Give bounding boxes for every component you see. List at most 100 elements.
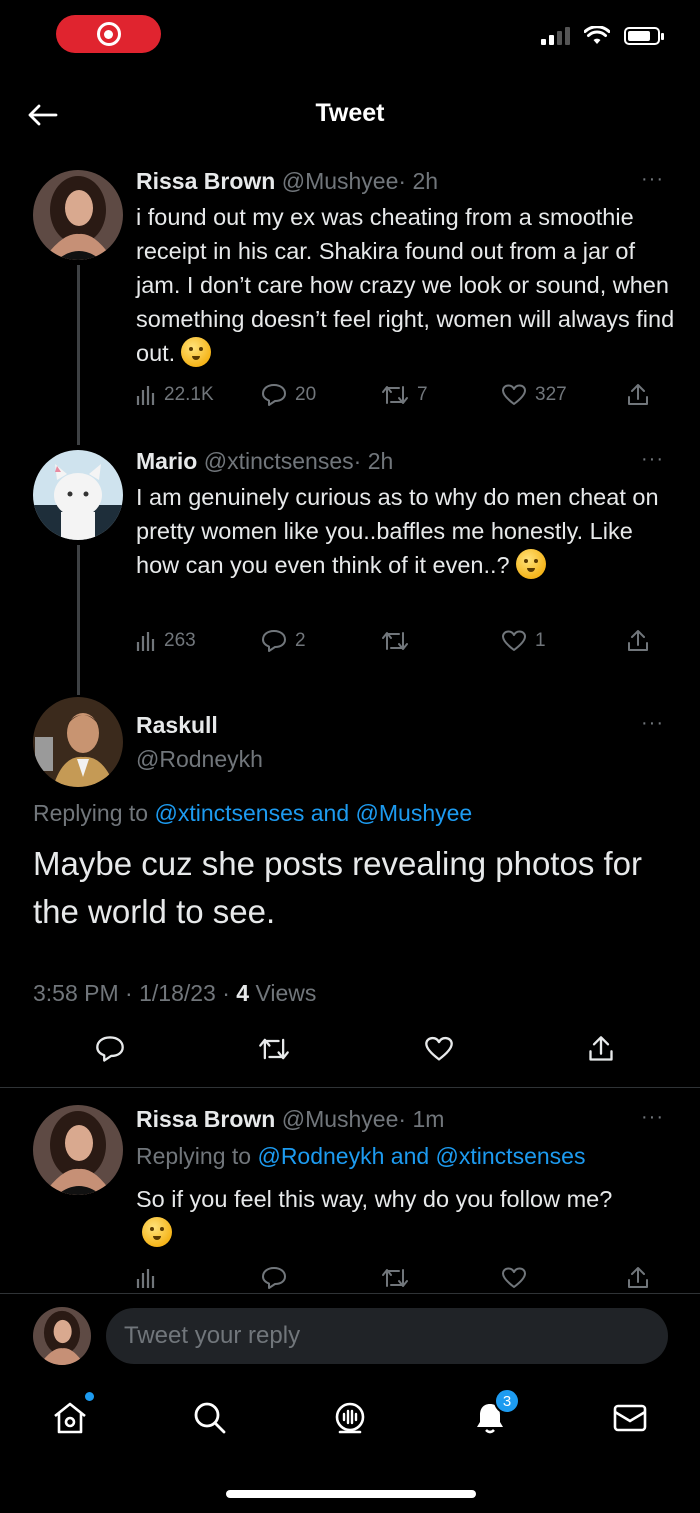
views-icon [136,1269,155,1288]
page-title: Tweet [315,99,385,127]
author-name[interactable]: Rissa Brown [136,168,275,194]
avatar[interactable] [33,450,123,540]
reply-input[interactable] [106,1308,668,1364]
user-avatar[interactable] [33,1307,91,1365]
mention-link[interactable]: @Rodneykh [257,1143,384,1169]
tweet-text: Maybe cuz she posts revealing photos for… [33,845,643,930]
author-handle[interactable]: @Mushyee [282,168,399,194]
reply-button[interactable]: 2 [261,629,381,653]
nav-spaces[interactable] [328,1396,372,1440]
views-count: 22.1K [164,384,214,405]
reply-icon [262,384,286,406]
spaces-icon [335,1402,365,1434]
home-indicator[interactable] [226,1490,476,1498]
status-bar [0,0,700,80]
tweet-actions [136,1263,666,1293]
nav-messages[interactable] [608,1396,652,1440]
tweet-text-content: i found out my ex was cheating from a sm… [136,204,675,366]
thread-tweet-2[interactable]: Mario @xtinctsenses· 2h ··· I am genuine… [0,440,700,695]
shocked-emoji-icon [142,1217,172,1247]
retweet-count: 7 [417,384,428,405]
tweet-meta: 3:58 PM · 1/18/23 · 4 Views [33,980,316,1007]
search-icon [194,1402,226,1434]
retweet-button[interactable] [381,1267,501,1289]
author-handle-text: @Rodneykh [136,746,263,772]
views-stat[interactable] [136,1267,261,1289]
tweet-text: I am genuinely curious as to why do men … [136,480,676,582]
author-handle[interactable]: @Mushyee [282,1106,399,1132]
reply-button[interactable] [261,1266,381,1290]
tweet-timestamp: 3:58 PM · 1/18/23 · [33,980,230,1006]
author-handle[interactable]: @Rodneykh [136,746,263,773]
retweet-icon [382,386,408,404]
author-name[interactable]: Raskull [136,712,218,739]
heart-icon [502,384,526,405]
cellular-signal-icon [541,27,570,45]
views-stat[interactable]: 263 [136,630,261,652]
reply-button[interactable]: 20 [261,383,381,407]
replying-label: Replying to [33,800,149,826]
notifications-badge: 3 [494,1388,520,1414]
retweet-button[interactable]: 7 [381,384,501,406]
nav-notifications[interactable]: 3 [468,1388,520,1440]
replying-and: and [310,800,350,826]
divider [0,1087,700,1088]
record-icon [96,22,121,46]
retweet-icon[interactable] [258,1036,290,1062]
more-options-icon[interactable]: ··· [641,712,664,735]
reply-tweet[interactable]: Rissa Brown @Mushyee· 1m ··· Replying to… [0,1090,700,1295]
hand-over-mouth-emoji-icon [181,337,212,367]
tweet-text-content: So if you feel this way, why do you foll… [136,1186,613,1212]
tweet-header: Rissa Brown @Mushyee· 1m [136,1106,444,1133]
more-options-icon[interactable]: ··· [641,448,664,471]
nav-search[interactable] [188,1396,232,1440]
like-button[interactable]: 327 [501,383,626,407]
views-icon [136,386,155,405]
mention-link[interactable]: @xtinctsenses [154,800,304,826]
like-button[interactable]: 1 [501,629,626,653]
like-button[interactable] [501,1266,626,1290]
reply-count: 2 [295,630,306,651]
reply-composer [0,1300,700,1380]
reply-icon[interactable] [95,1035,125,1063]
replying-to: Replying to @xtinctsenses and @Mushyee [33,800,472,827]
replying-label: Replying to [136,1143,252,1169]
author-name[interactable]: Rissa Brown [136,1106,275,1132]
status-icons [541,26,664,46]
thread-connector [77,545,80,695]
retweet-button[interactable] [381,630,501,652]
heart-icon[interactable] [424,1035,454,1063]
mention-link[interactable]: @xtinctsenses [436,1143,586,1169]
like-count: 1 [535,630,546,651]
views-count: 4 [236,980,250,1006]
avatar[interactable] [33,170,123,260]
avatar[interactable] [33,1105,123,1195]
tweet-actions: 263 2 1 [136,626,666,656]
share-button[interactable] [626,383,650,407]
screen-recording-indicator[interactable] [56,15,161,53]
thread-tweet-1[interactable]: Rissa Brown @Mushyee· 2h ··· i found out… [0,160,700,445]
nav-home[interactable] [48,1392,94,1440]
more-options-icon[interactable]: ··· [641,1106,664,1129]
heart-icon [502,1267,526,1288]
avatar[interactable] [33,697,123,787]
reply-icon [262,1267,286,1289]
bottom-nav: 3 [0,1388,700,1450]
home-icon [54,1402,86,1434]
tweet-time: · 2h [398,168,439,194]
share-icon [628,1267,648,1288]
share-button[interactable] [626,1266,650,1290]
mention-link[interactable]: @Mushyee [356,800,473,826]
divider [0,1293,700,1294]
author-handle[interactable]: @xtinctsenses [204,448,354,474]
author-name[interactable]: Mario [136,448,197,474]
tweet-text-content: I am genuinely curious as to why do men … [136,484,659,578]
views-stat[interactable]: 22.1K [136,384,261,406]
share-icon [628,384,648,405]
views-label[interactable]: Views [255,980,316,1006]
share-icon[interactable] [587,1035,615,1063]
retweet-icon [382,632,408,650]
more-options-icon[interactable]: ··· [641,168,664,191]
battery-icon [624,27,664,45]
share-button[interactable] [626,629,650,653]
